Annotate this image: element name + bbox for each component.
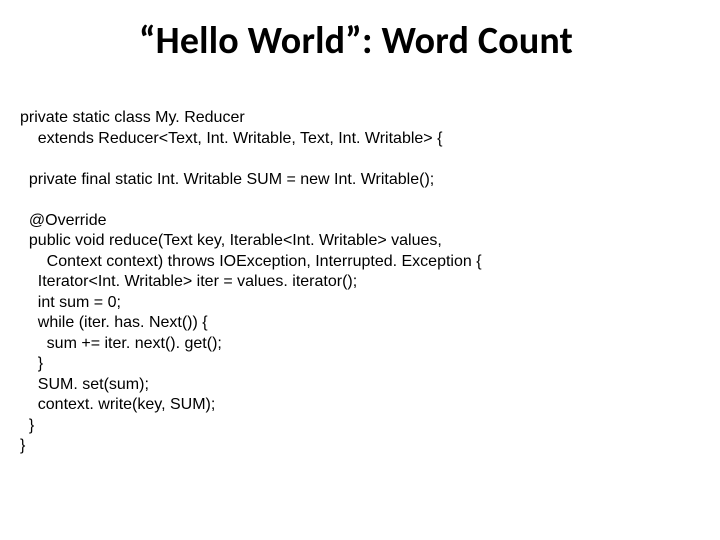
- code-line: }: [20, 437, 25, 454]
- code-line: }: [20, 355, 43, 372]
- slide: “Hello World”: Word Count private static…: [0, 0, 720, 540]
- code-line: sum += iter. next(). get();: [20, 335, 222, 352]
- code-line: private final static Int. Writable SUM =…: [20, 171, 434, 188]
- code-line: int sum = 0;: [20, 294, 121, 311]
- slide-title: “Hello World”: Word Count: [20, 18, 692, 64]
- code-line: extends Reducer<Text, Int. Writable, Tex…: [20, 130, 442, 147]
- code-line: SUM. set(sum);: [20, 376, 149, 393]
- code-line: Iterator<Int. Writable> iter = values. i…: [20, 273, 357, 290]
- code-line: Context context) throws IOException, Int…: [20, 253, 482, 270]
- code-block: private static class My. Reducer extends…: [20, 88, 692, 477]
- code-line: while (iter. has. Next()) {: [20, 314, 208, 331]
- code-line: private static class My. Reducer: [20, 109, 245, 126]
- code-line: context. write(key, SUM);: [20, 396, 215, 413]
- code-line: }: [20, 417, 34, 434]
- code-line: public void reduce(Text key, Iterable<In…: [20, 232, 442, 249]
- code-line: @Override: [20, 212, 106, 229]
